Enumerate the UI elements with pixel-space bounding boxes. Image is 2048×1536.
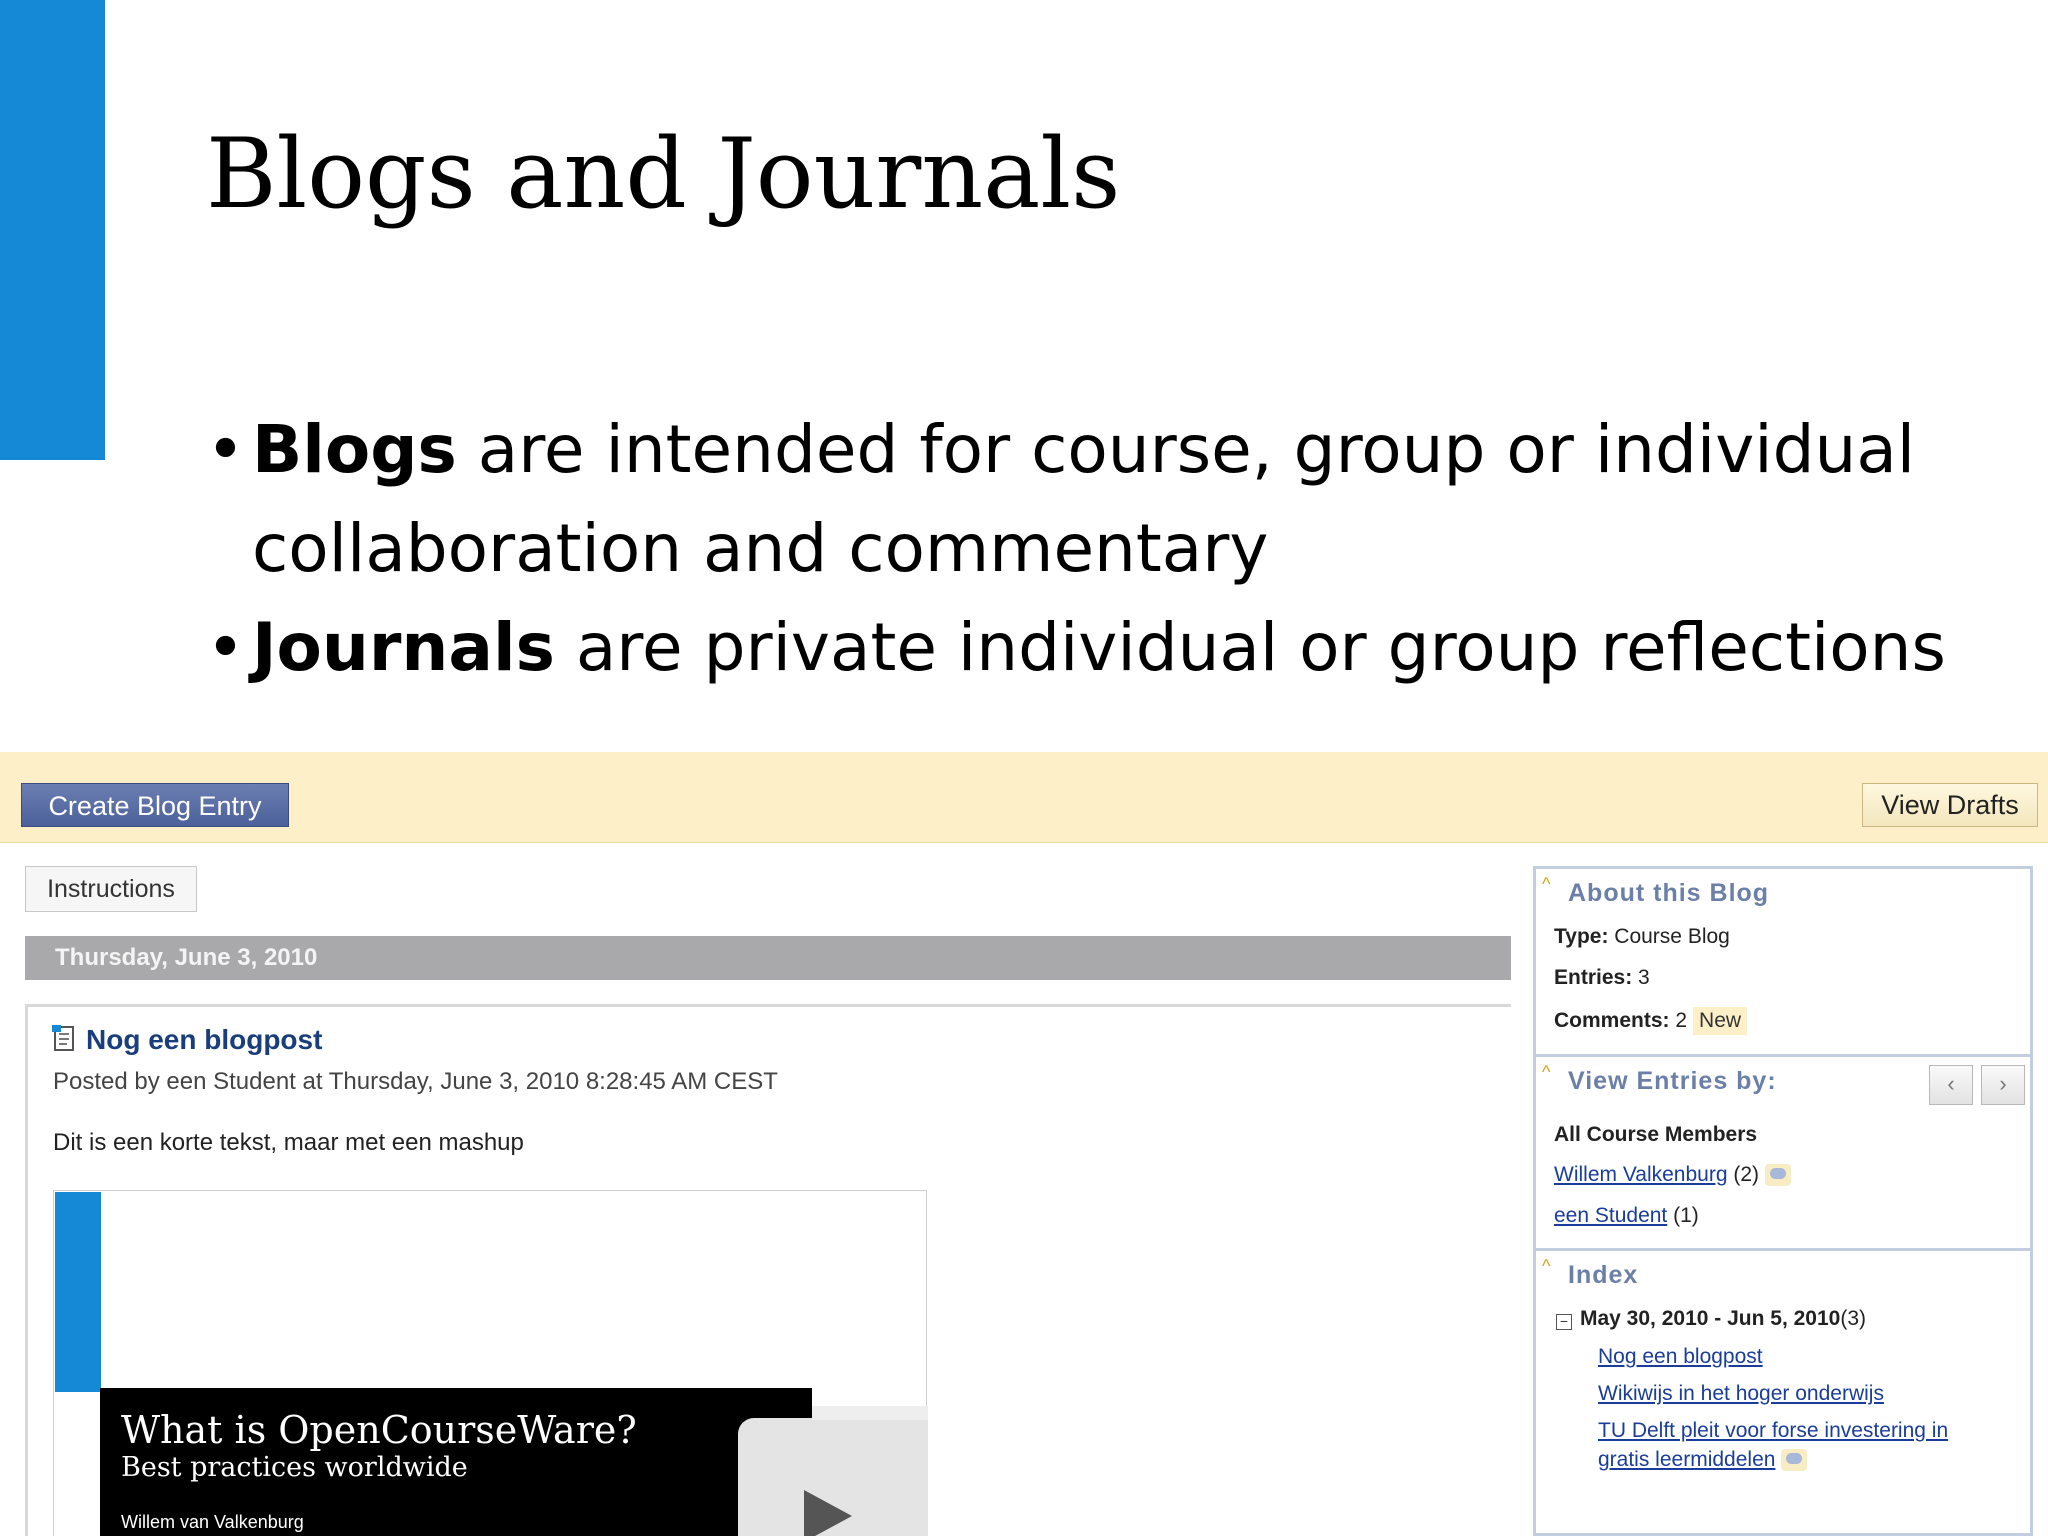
view-entries-heading: View Entries by: [1568, 1067, 1777, 1095]
index-date-range: − May 30, 2010 - Jun 5, 2010(3) [1556, 1307, 1866, 1331]
video-thumbnail-edge [812, 1406, 928, 1420]
accent-bar [0, 0, 105, 460]
member-link[interactable]: Willem Valkenburg [1554, 1163, 1728, 1186]
embed-accent [55, 1192, 101, 1392]
previous-button[interactable]: ‹ [1929, 1065, 1973, 1105]
bullet-text: are private individual or group reflecti… [554, 609, 1946, 686]
bullet-journals: • Journals are private individual or grou… [206, 598, 1986, 697]
index-entry-link[interactable]: TU Delft pleit voor forse investering in [1598, 1419, 1948, 1443]
slide-title: Blogs and Journals [206, 118, 1121, 230]
entry-body: Dit is een korte tekst, maar met een mas… [53, 1129, 524, 1156]
blog-entries: Entries: 3 [1554, 966, 1650, 990]
bullet-text: are intended for course, group or indivi… [456, 411, 1916, 488]
index-range-label: May 30, 2010 - Jun 5, 2010 [1580, 1307, 1841, 1330]
blog-screenshot: Create Blog Entry View Drafts Instructio… [0, 752, 2048, 1536]
new-badge: New [1693, 1007, 1748, 1035]
member-entry: Willem Valkenburg (2) [1554, 1163, 1792, 1187]
index-range-count: (3) [1840, 1307, 1866, 1330]
blog-entries-value: 3 [1632, 966, 1650, 989]
create-blog-entry-button[interactable]: Create Blog Entry [21, 783, 289, 827]
all-course-members[interactable]: All Course Members [1554, 1123, 1757, 1147]
view-drafts-button[interactable]: View Drafts [1862, 783, 2038, 827]
index-entry-link[interactable]: Nog een blogpost [1598, 1345, 1763, 1369]
blog-type: Type: Course Blog [1554, 925, 1730, 949]
bullet-dot: • [206, 411, 245, 488]
date-heading: Thursday, June 3, 2010 [25, 936, 1511, 980]
document-icon [52, 1025, 78, 1053]
blog-type-label: Type: [1554, 925, 1609, 948]
blog-comments: Comments: 2 New [1554, 1007, 1748, 1035]
index-entry-link-text[interactable]: gratis leermiddelen [1598, 1448, 1775, 1471]
action-bar [0, 752, 2048, 843]
member-entry: een Student (1) [1554, 1204, 1699, 1228]
entry-meta: Posted by een Student at Thursday, June … [53, 1068, 778, 1095]
member-count: (1) [1667, 1204, 1699, 1227]
collapse-tree-icon[interactable]: − [1556, 1314, 1572, 1330]
next-button[interactable]: › [1981, 1065, 2025, 1105]
entry-title-text[interactable]: Nog een blogpost [86, 1024, 322, 1055]
instructions-button[interactable]: Instructions [25, 866, 197, 912]
video-title: What is OpenCourseWare? [121, 1408, 637, 1452]
entry-title[interactable]: Nog een blogpost [52, 1024, 322, 1056]
bullet-term: Blogs [252, 411, 457, 488]
blog-entries-label: Entries: [1554, 966, 1633, 989]
bullet-dot: • [206, 609, 245, 686]
all-course-members-label[interactable]: All Course Members [1554, 1123, 1757, 1146]
bullet-text-continued: collaboration and commentary [252, 510, 1269, 587]
blog-comments-label: Comments: [1554, 1009, 1670, 1032]
about-blog-heading: About this Blog [1568, 879, 1770, 907]
comment-bubble-icon [1781, 1449, 1808, 1471]
video-author: Willem van Valkenburg [121, 1512, 304, 1532]
member-link[interactable]: een Student [1554, 1204, 1667, 1227]
blog-type-value: Course Blog [1608, 925, 1730, 948]
play-icon[interactable] [804, 1490, 852, 1536]
index-heading: Index [1568, 1261, 1639, 1289]
bullet-blogs: • Blogs are intended for course, group or… [206, 400, 1986, 598]
bullet-term: Journals [252, 609, 555, 686]
index-entry-link-continued[interactable]: gratis leermiddelen [1598, 1448, 1808, 1472]
video-subtitle: Best practices worldwide [121, 1452, 468, 1483]
index-entry-link[interactable]: Wikiwijs in het hoger onderwijs [1598, 1382, 1884, 1406]
index-panel: ^ Index − May 30, 2010 - Jun 5, 2010(3) N… [1533, 1248, 2033, 1536]
member-count: (2) [1727, 1163, 1760, 1186]
about-blog-panel: ^ About this Blog Type: Course Blog Entr… [1533, 866, 2033, 1059]
view-entries-panel: ^ View Entries by: ‹ › All Course Member… [1533, 1054, 2033, 1253]
bullet-list: • Blogs are intended for course, group or… [206, 400, 1986, 697]
blog-comments-value: 2 [1669, 1009, 1688, 1032]
comment-bubble-icon [1765, 1164, 1792, 1186]
